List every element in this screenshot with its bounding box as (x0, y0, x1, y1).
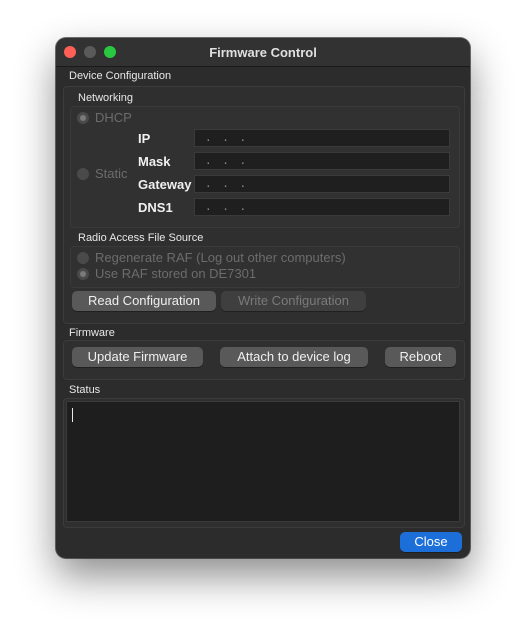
device-configuration-label: Device Configuration (69, 70, 172, 82)
text-cursor (72, 408, 73, 422)
ip-field[interactable]: . . . (194, 129, 450, 147)
status-label: Status (69, 384, 101, 396)
dns1-field[interactable]: . . . (194, 198, 450, 216)
read-configuration-button[interactable]: Read Configuration (72, 291, 216, 311)
attach-device-log-button[interactable]: Attach to device log (220, 347, 368, 367)
ip-label: IP (138, 131, 151, 146)
window-title: Firmware Control (209, 45, 317, 60)
gateway-field[interactable]: . . . (194, 175, 450, 193)
use-stored-raf-radio[interactable] (77, 268, 89, 280)
regenerate-raf-label: Regenerate RAF (Log out other computers) (95, 250, 346, 265)
status-text-area[interactable] (66, 401, 460, 522)
static-label: Static (95, 166, 128, 181)
dns1-label: DNS1 (138, 200, 173, 215)
firmware-control-window: Firmware Control Device Configuration Ne… (56, 38, 470, 558)
reboot-button[interactable]: Reboot (385, 347, 456, 367)
write-configuration-button[interactable]: Write Configuration (221, 291, 366, 311)
networking-label: Networking (78, 92, 134, 104)
dhcp-label: DHCP (95, 110, 132, 125)
firmware-label: Firmware (69, 327, 115, 339)
close-button[interactable]: Close (400, 532, 462, 552)
static-radio[interactable] (77, 168, 89, 180)
raf-source-label: Radio Access File Source (78, 232, 204, 244)
mask-field[interactable]: . . . (194, 152, 450, 170)
update-firmware-button[interactable]: Update Firmware (72, 347, 203, 367)
gateway-label: Gateway (138, 177, 192, 192)
title-bar[interactable]: Firmware Control (56, 38, 470, 67)
dhcp-radio[interactable] (77, 112, 89, 124)
mask-label: Mask (138, 154, 171, 169)
regenerate-raf-radio[interactable] (77, 252, 89, 264)
use-stored-raf-label: Use RAF stored on DE7301 (95, 266, 257, 281)
